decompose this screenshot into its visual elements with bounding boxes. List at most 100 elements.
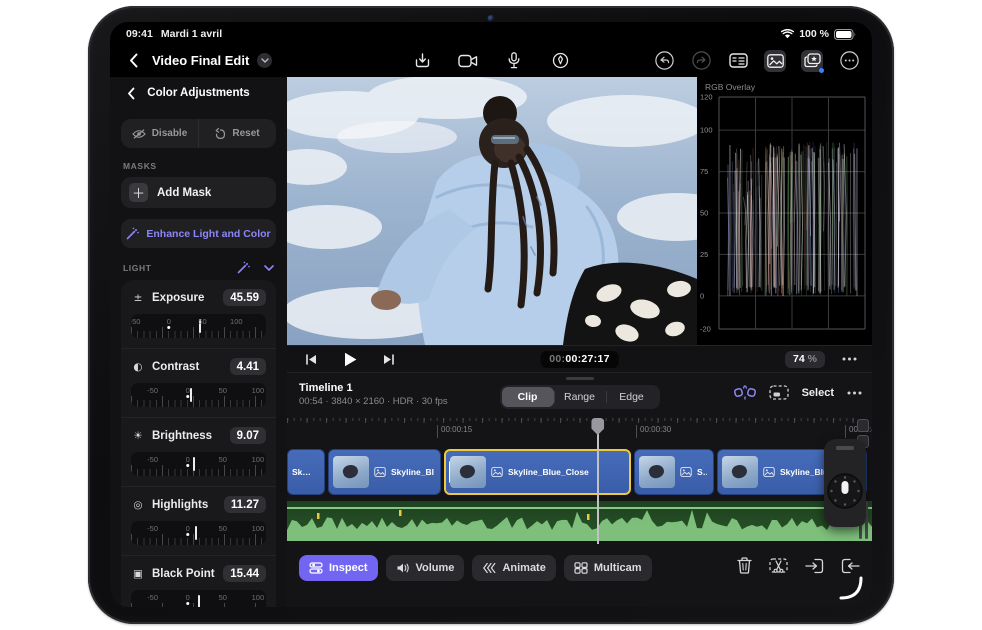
timeline-ruler[interactable]: 00:00:1500:00:3000:00:45 <box>287 418 872 444</box>
ipad-device-frame: 09:41 Mardi 1 avril 100 % Video Final Ed… <box>88 6 894 624</box>
slider-value[interactable]: 9.07 <box>229 427 266 444</box>
adjustment-slider: ± Exposure 45.59 -50 0 50 100 <box>121 280 276 348</box>
viewer-more-button[interactable] <box>838 348 860 370</box>
slider-value[interactable]: 45.59 <box>223 289 266 306</box>
overlay-view-icon[interactable] <box>768 385 789 400</box>
auto-enhance-icon[interactable] <box>237 261 250 274</box>
slider-marker[interactable] <box>197 595 200 607</box>
timeline-clip[interactable]: S… <box>634 449 714 495</box>
add-mask-button[interactable]: ＋ Add Mask <box>121 177 276 208</box>
volume-icon <box>396 562 410 574</box>
volume-button[interactable]: Volume <box>385 555 465 581</box>
viewer-zoom-badge[interactable]: 74 % <box>785 350 825 368</box>
animate-button[interactable]: Animate <box>472 555 556 581</box>
corner-resize-handle[interactable] <box>839 576 863 600</box>
multicam-button[interactable]: Multicam <box>563 555 652 581</box>
browser-button[interactable] <box>727 50 749 72</box>
insert-start-button[interactable] <box>805 558 824 574</box>
mode-clip[interactable]: Clip <box>501 387 554 407</box>
skip-back-button[interactable] <box>300 348 322 370</box>
tick-label: 50 <box>218 593 227 602</box>
slider-zero-dot <box>185 601 190 605</box>
import-button[interactable] <box>411 50 433 72</box>
clip-media-icon <box>763 467 775 477</box>
adjustment-slider: ☀ Brightness 9.07 -50 0 50 100 <box>121 417 276 486</box>
screen: 09:41 Mardi 1 avril 100 % Video Final Ed… <box>110 22 872 607</box>
top-toolbar: Video Final Edit <box>110 44 872 77</box>
tick-label: 0 <box>185 593 190 602</box>
slider-ruler[interactable]: -50 0 50 100 <box>131 314 266 338</box>
slider-ruler[interactable]: -50 0 50 100 <box>131 383 266 407</box>
disable-button[interactable]: Disable <box>121 119 198 148</box>
back-button[interactable] <box>122 50 144 72</box>
mode-range[interactable]: Range <box>553 387 606 407</box>
svg-text:50: 50 <box>700 209 708 218</box>
inspect-icon <box>309 562 323 574</box>
rgb-overlay-scope[interactable]: RGB Overlay 120 100 75 50 25 0 -20 <box>697 77 872 345</box>
clip-name: S… <box>697 467 707 477</box>
animate-icon <box>482 562 496 574</box>
timeline-more-button[interactable] <box>847 391 862 395</box>
timeline-drag-handle[interactable] <box>565 377 594 380</box>
inspect-button[interactable]: Inspect <box>299 555 378 581</box>
redo-button[interactable] <box>690 50 712 72</box>
record-video-button[interactable] <box>457 50 479 72</box>
disable-label: Disable <box>151 128 188 139</box>
clip-media-icon <box>680 467 692 477</box>
scope-waveform: 120 100 75 50 25 0 -20 <box>700 93 866 334</box>
slider-marker[interactable] <box>194 526 197 540</box>
delete-button[interactable] <box>737 557 752 574</box>
split-clip-button[interactable] <box>769 557 788 574</box>
select-tool-button[interactable]: Select <box>802 387 834 399</box>
more-button[interactable] <box>838 50 860 72</box>
plus-icon: ＋ <box>129 183 148 202</box>
play-button[interactable] <box>339 348 361 370</box>
edit-mode-segmented: Clip Range Edge <box>499 385 660 409</box>
slider-value[interactable]: 11.27 <box>223 496 266 513</box>
tool-label: Volume <box>415 562 455 574</box>
tick-label: 50 <box>198 317 207 326</box>
slider-marker[interactable] <box>193 457 196 471</box>
reset-button[interactable]: Reset <box>198 119 276 148</box>
slider-ruler[interactable]: -50 0 50 100 <box>131 452 266 476</box>
mode-edge[interactable]: Edge <box>605 387 658 407</box>
tick-label: 100 <box>251 455 265 464</box>
jog-wheel[interactable] <box>824 439 866 527</box>
enhance-button[interactable]: Enhance Light and Color <box>121 219 276 248</box>
scope-title: RGB Overlay <box>705 82 756 92</box>
timeline-clip[interactable]: Skyline_Blue_Close <box>444 449 631 495</box>
collapse-chevron-icon[interactable] <box>264 264 274 271</box>
tick-label: 100 <box>251 593 265 602</box>
undo-button[interactable] <box>653 50 675 72</box>
clip-thumbnail <box>639 456 675 488</box>
project-menu-button[interactable] <box>257 53 273 68</box>
slider-ruler[interactable]: -50 0 50 100 <box>131 521 266 545</box>
timecode-display[interactable]: 00:00:27:17 <box>540 350 619 368</box>
tick-label: -50 <box>147 524 159 533</box>
timeline-clip[interactable]: Skyline_Blue_Wide <box>328 449 441 495</box>
slider-label: Brightness <box>152 429 213 442</box>
insert-end-button[interactable] <box>841 558 860 574</box>
panel-back-button[interactable] <box>120 82 142 104</box>
viewer[interactable] <box>287 77 697 345</box>
disconnect-clip-icon[interactable] <box>733 385 756 400</box>
timeline-clip[interactable]: Sk… <box>287 449 325 495</box>
audio-track[interactable] <box>287 501 872 541</box>
slider-value[interactable]: 15.44 <box>223 565 266 582</box>
slider-marker[interactable] <box>189 388 192 402</box>
skip-forward-button[interactable] <box>378 348 400 370</box>
record-audio-button[interactable] <box>503 50 525 72</box>
front-camera <box>487 15 495 22</box>
volume-line[interactable] <box>287 507 872 509</box>
slider-ruler[interactable]: -50 0 50 100 <box>131 590 266 607</box>
tick-label: -50 <box>147 593 159 602</box>
jog-handle[interactable] <box>836 446 854 450</box>
battery-percent: 100 % <box>799 28 829 40</box>
slider-value[interactable]: 4.41 <box>229 358 266 375</box>
live-drawing-button[interactable] <box>549 50 571 72</box>
clip-thumbnail <box>333 456 369 488</box>
tick-label: -50 <box>147 455 159 464</box>
clip-media-icon <box>374 467 386 477</box>
effects-button[interactable] <box>801 49 824 73</box>
media-browser-button[interactable] <box>764 49 786 72</box>
